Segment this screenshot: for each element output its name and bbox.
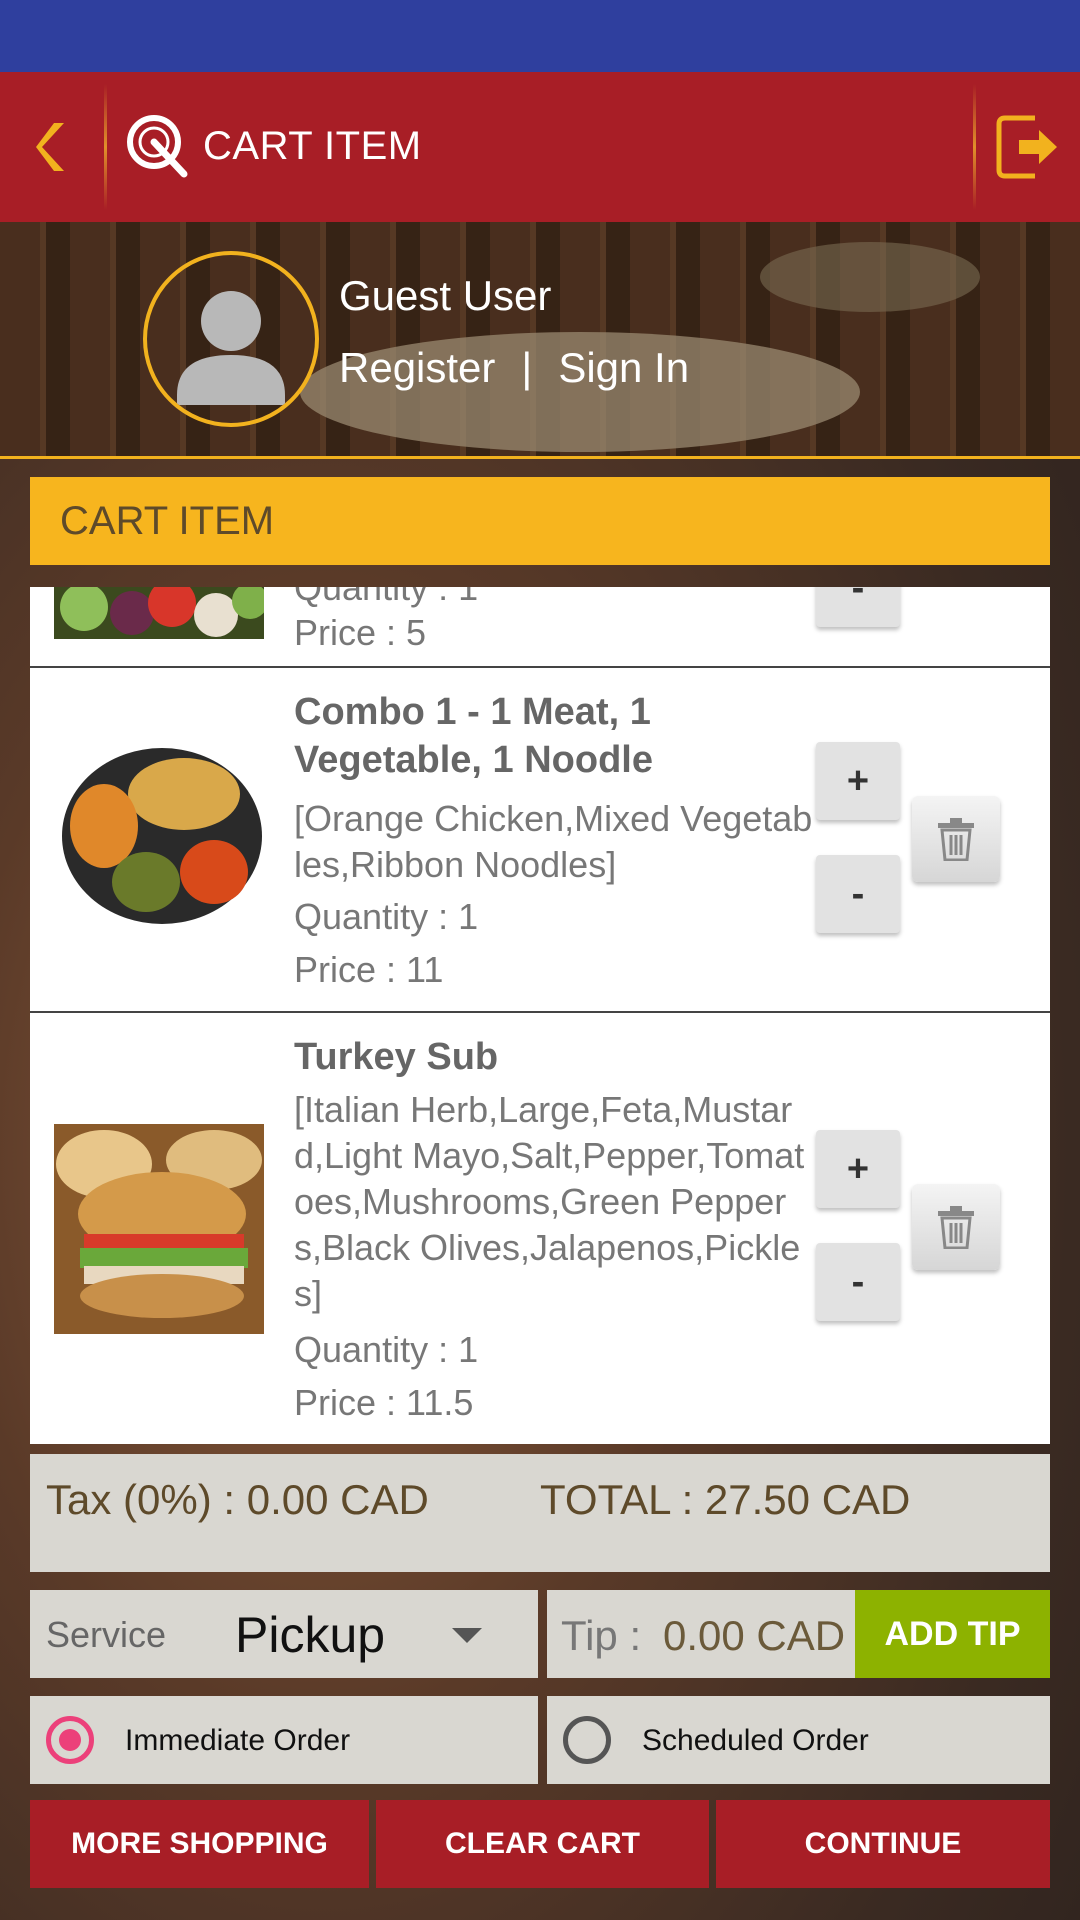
item-image (54, 587, 264, 639)
chevron-down-icon (452, 1628, 482, 1643)
item-quantity: Quantity : 1 (294, 896, 479, 937)
chevron-left-icon (36, 123, 64, 171)
trash-icon (938, 818, 974, 861)
register-link[interactable]: Register (339, 344, 495, 392)
user-icon (177, 291, 285, 405)
item-quantity: Quantity : 1 (294, 587, 479, 608)
decrease-quantity-button[interactable]: - (816, 1243, 900, 1321)
delete-item-button[interactable] (912, 1184, 1000, 1270)
clear-cart-button[interactable]: CLEAR CART (376, 1800, 709, 1888)
section-header: CART ITEM (30, 477, 1050, 565)
item-price: Price : 11 (294, 949, 444, 990)
auth-links: Register | Sign In (339, 344, 689, 392)
auth-separator: | (521, 344, 533, 391)
cart-item: Quantity : 1 Price : 5 - (30, 587, 1050, 668)
page-title: CART ITEM (203, 124, 422, 168)
banner-divider (0, 456, 1080, 459)
sign-in-link[interactable]: Sign In (558, 344, 689, 392)
user-name: Guest User (339, 272, 552, 319)
total-amount: TOTAL : 27.50 CAD (540, 1476, 911, 1523)
item-image (54, 1124, 264, 1334)
scheduled-order-label: Scheduled Order (642, 1724, 869, 1757)
radio-selected-icon (46, 1716, 94, 1764)
item-quantity: Quantity : 1 (294, 1329, 479, 1370)
turkey-sub-image (54, 1124, 264, 1334)
trash-icon (938, 1206, 974, 1249)
cart-item: Combo 1 - 1 Meat, 1 Vegetable, 1 Noodle … (30, 668, 1050, 1013)
item-name: Turkey Sub (294, 1036, 499, 1078)
section-title: CART ITEM (60, 499, 275, 543)
tip-field[interactable]: Tip : 0.00 CAD (547, 1590, 855, 1678)
cart-item: Turkey Sub [Italian Herb,Large,Feta,Must… (30, 1013, 1050, 1444)
decrease-quantity-button[interactable]: - (816, 587, 900, 627)
back-button[interactable] (0, 72, 104, 222)
divider (104, 84, 107, 210)
service-value: Pickup (235, 1607, 386, 1663)
immediate-order-label: Immediate Order (125, 1724, 351, 1757)
tax-amount: Tax (0%) : 0.00 CAD (46, 1476, 429, 1523)
logout-icon (996, 115, 1057, 179)
tip-value: 0.00 CAD (663, 1612, 846, 1659)
radio-unselected-icon (563, 1716, 611, 1764)
salad-image (54, 587, 264, 639)
item-price: Price : 11.5 (294, 1382, 474, 1423)
scheduled-order-option[interactable]: Scheduled Order (547, 1696, 1050, 1784)
logout-button[interactable] (976, 72, 1080, 222)
totals-panel: Tax (0%) : 0.00 CAD TOTAL : 27.50 CAD (30, 1454, 1050, 1572)
item-price: Price : 5 (294, 612, 427, 653)
item-options: [Orange Chicken,Mixed Vegetables,Ribbon … (294, 798, 813, 885)
service-label: Service (46, 1614, 167, 1655)
status-bar (0, 0, 1080, 72)
avatar[interactable] (143, 251, 319, 427)
increase-quantity-button[interactable]: + (816, 1130, 900, 1208)
cart-list[interactable]: Quantity : 1 Price : 5 - Combo 1 - 1 Mea… (30, 587, 1050, 1444)
banner-decor (760, 242, 980, 312)
increase-quantity-button[interactable]: + (816, 742, 900, 820)
continue-button[interactable]: CONTINUE (716, 1800, 1050, 1888)
combo-plate-image (54, 732, 264, 942)
app-bar: CART ITEM (0, 72, 1080, 222)
add-tip-button[interactable]: ADD TIP (855, 1590, 1050, 1678)
decrease-quantity-button[interactable]: - (816, 855, 900, 933)
immediate-order-option[interactable]: Immediate Order (30, 1696, 538, 1784)
more-shopping-button[interactable]: MORE SHOPPING (30, 1800, 369, 1888)
item-image (54, 732, 264, 942)
item-name: Combo 1 - 1 Meat, 1 Vegetable, 1 Noodle (294, 691, 653, 781)
tip-label: Tip : (561, 1612, 642, 1659)
service-dropdown[interactable]: Service Pickup (30, 1590, 538, 1678)
app-logo-icon (127, 115, 188, 178)
item-options: [Italian Herb,Large,Feta,Mustard,Light M… (294, 1089, 805, 1314)
delete-item-button[interactable] (912, 796, 1000, 882)
